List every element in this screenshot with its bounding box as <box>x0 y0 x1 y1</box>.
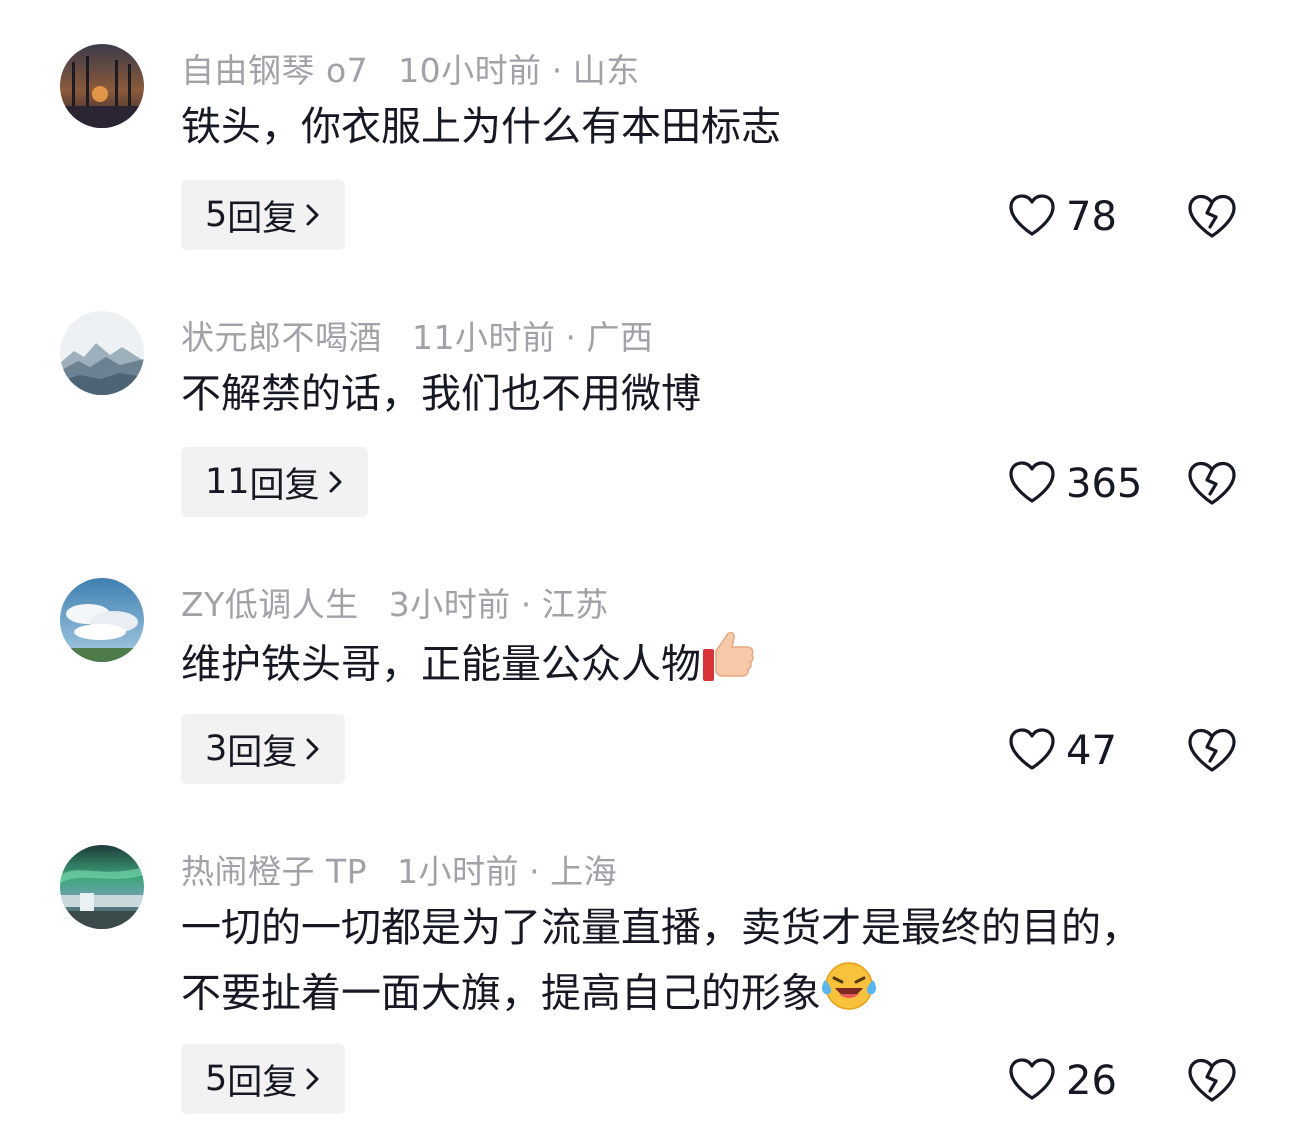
like-button[interactable]: 26 <box>1008 1057 1117 1105</box>
broken-heart-icon <box>1186 1058 1238 1107</box>
like-button[interactable]: 47 <box>1008 727 1117 775</box>
comment-meta: 状元郎不喝酒 11小时前 · 广西 <box>181 311 654 359</box>
broken-heart-icon <box>1186 728 1238 777</box>
comment-meta: ZY低调人生 3小时前 · 江苏 <box>181 578 609 626</box>
reply-label: 回复 <box>227 1062 298 1103</box>
view-replies-button[interactable]: 5 回复 <box>181 1044 346 1114</box>
heart-icon <box>1008 193 1056 241</box>
comment-text-line: 一切的一切都是为了流量直播，卖货才是最终的目的， <box>181 905 1141 951</box>
avatar[interactable] <box>60 578 144 662</box>
timestamp: 11小时前 <box>412 318 556 357</box>
reply-label: 回复 <box>249 465 320 506</box>
heart-icon <box>1008 460 1056 508</box>
separator-dot: · <box>565 318 577 357</box>
reply-label: 回复 <box>227 198 298 239</box>
timestamp: 10小时前 <box>398 51 542 90</box>
dislike-button[interactable] <box>1186 1057 1238 1103</box>
username[interactable]: 热闹橙子 TP <box>181 852 367 891</box>
dislike-button[interactable] <box>1186 727 1238 773</box>
username[interactable]: 状元郎不喝酒 <box>181 318 382 357</box>
reply-count: 5 <box>205 1059 228 1099</box>
username[interactable]: 自由钢琴 o7 <box>181 51 368 90</box>
view-replies-button[interactable]: 11 回复 <box>181 447 368 517</box>
location: 上海 <box>550 852 618 891</box>
separator-dot: · <box>529 852 541 891</box>
like-count: 365 <box>1066 461 1143 507</box>
reply-count: 3 <box>205 729 228 769</box>
location: 江苏 <box>541 585 609 624</box>
location: 广西 <box>586 318 654 357</box>
thumbs-up-emoji-icon <box>701 629 755 704</box>
comment-meta: 热闹橙子 TP 1小时前 · 上海 <box>181 845 617 893</box>
chevron-right-icon <box>305 737 321 761</box>
dislike-button[interactable] <box>1186 193 1238 239</box>
comment-text-line: 不要扯着一面大旗，提高自己的形象 <box>181 970 821 1017</box>
separator-dot: · <box>551 51 563 90</box>
comment-text-line: 不解禁的话，我们也不用微博 <box>181 371 701 417</box>
like-button[interactable]: 365 <box>1008 460 1142 508</box>
laughing-crying-emoji-icon <box>821 960 877 1031</box>
comment-text-line: 维护铁头哥，正能量公众人物 <box>181 641 701 688</box>
reply-count: 5 <box>205 195 228 235</box>
avatar[interactable] <box>60 44 144 128</box>
dislike-button[interactable] <box>1186 460 1238 506</box>
like-count: 47 <box>1066 728 1117 774</box>
broken-heart-icon <box>1186 461 1238 510</box>
username[interactable]: ZY低调人生 <box>181 585 359 624</box>
separator-dot: · <box>520 585 532 624</box>
timestamp: 1小时前 <box>397 852 520 891</box>
location: 山东 <box>572 51 640 90</box>
heart-icon <box>1008 727 1056 775</box>
like-button[interactable]: 78 <box>1008 193 1117 241</box>
chevron-right-icon <box>328 470 344 494</box>
timestamp: 3小时前 <box>388 585 511 624</box>
like-count: 26 <box>1066 1058 1117 1104</box>
broken-heart-icon <box>1186 194 1238 243</box>
reply-count: 11 <box>205 462 250 502</box>
avatar[interactable] <box>60 311 144 395</box>
comment-text: 一切的一切都是为了流量直播，卖货才是最终的目的， 不要扯着一面大旗，提高自己的形… <box>181 896 1241 1031</box>
comment-text: 不解禁的话，我们也不用微博 <box>181 362 1241 426</box>
reply-label: 回复 <box>227 732 298 773</box>
avatar[interactable] <box>60 845 144 929</box>
like-count: 78 <box>1066 194 1117 240</box>
comment-text: 维护铁头哥，正能量公众人物 <box>181 629 1241 704</box>
view-replies-button[interactable]: 5 回复 <box>181 180 346 250</box>
view-replies-button[interactable]: 3 回复 <box>181 714 346 784</box>
chevron-right-icon <box>305 1067 321 1091</box>
comment-text-line-2: 不要扯着一面大旗，提高自己的形象 <box>181 960 1241 1031</box>
chevron-right-icon <box>305 203 321 227</box>
comment-text-line: 铁头，你衣服上为什么有本田标志 <box>181 104 781 150</box>
heart-icon <box>1008 1057 1056 1105</box>
comment-meta: 自由钢琴 o7 10小时前 · 山东 <box>181 44 640 92</box>
comment-text: 铁头，你衣服上为什么有本田标志 <box>181 95 1241 159</box>
